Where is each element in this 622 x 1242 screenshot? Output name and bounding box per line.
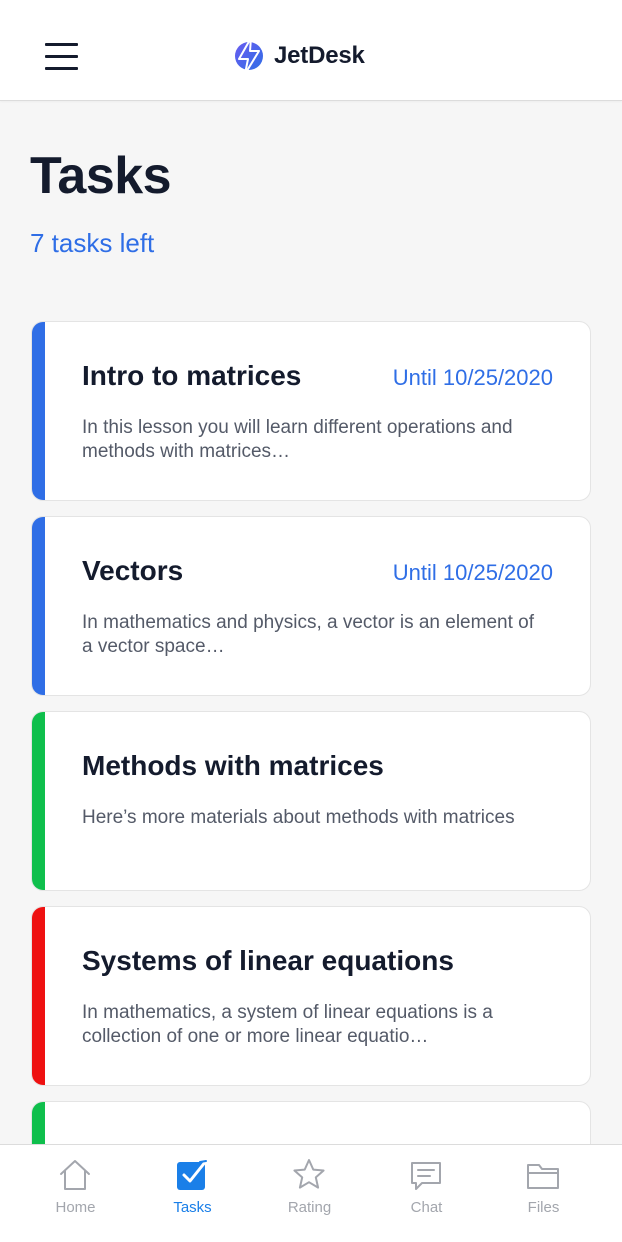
task-description: Here’s more materials about methods with… xyxy=(82,807,515,828)
bottom-navigation: Home Tasks Rating Chat Files xyxy=(0,1144,622,1242)
star-icon xyxy=(293,1159,325,1189)
task-stripe xyxy=(32,517,45,695)
task-card[interactable] xyxy=(31,1101,591,1144)
nav-label: Tasks xyxy=(173,1199,212,1216)
task-stripe xyxy=(32,907,45,1085)
task-title: Vectors xyxy=(82,555,184,586)
task-title: Intro to matrices xyxy=(82,360,302,391)
lightning-logo-icon xyxy=(235,37,263,75)
task-card[interactable]: Intro to matrices Until 10/25/2020 In th… xyxy=(31,321,591,501)
nav-item-rating[interactable]: Rating xyxy=(251,1145,368,1242)
task-title: Methods with matrices xyxy=(82,750,384,781)
menu-line xyxy=(45,67,78,70)
app-header: JetDesk xyxy=(0,0,622,101)
tasks-icon xyxy=(177,1159,208,1190)
nav-item-home[interactable]: Home xyxy=(17,1145,134,1242)
tasks-left-count: 7 tasks left xyxy=(30,228,155,258)
task-description: In this lesson you will learn different … xyxy=(82,417,513,462)
task-stripe xyxy=(32,712,45,890)
hamburger-menu-button[interactable] xyxy=(40,38,84,74)
task-card[interactable]: Systems of linear equations In mathemati… xyxy=(31,906,591,1086)
task-due-date: Until 10/25/2020 xyxy=(392,560,553,585)
task-title: Systems of linear equations xyxy=(82,945,454,976)
task-stripe xyxy=(32,322,45,500)
brand: JetDesk xyxy=(234,36,365,76)
home-icon xyxy=(60,1160,90,1190)
page-title: Tasks xyxy=(30,147,172,205)
folder-icon xyxy=(527,1164,559,1189)
nav-item-tasks[interactable]: Tasks xyxy=(134,1145,251,1242)
menu-line xyxy=(45,43,78,46)
nav-label: Home xyxy=(55,1199,96,1216)
nav-label: Files xyxy=(527,1199,560,1216)
nav-item-files[interactable]: Files xyxy=(485,1145,602,1242)
nav-item-chat[interactable]: Chat xyxy=(368,1145,485,1242)
task-card[interactable]: Methods with matrices Here’s more materi… xyxy=(31,711,591,891)
menu-line xyxy=(45,55,78,58)
task-list: Intro to matrices Until 10/25/2020 In th… xyxy=(31,321,591,1144)
task-card[interactable]: Vectors Until 10/25/2020 In mathematics … xyxy=(31,516,591,696)
task-description: In mathematics and physics, a vector is … xyxy=(82,612,534,657)
nav-label: Rating xyxy=(287,1199,332,1216)
nav-label: Chat xyxy=(410,1199,443,1216)
app-name: JetDesk xyxy=(274,42,365,69)
task-due-date: Until 10/25/2020 xyxy=(392,365,553,390)
task-description: In mathematics, a system of linear equat… xyxy=(82,1002,493,1047)
task-stripe xyxy=(32,1102,45,1144)
chat-icon xyxy=(411,1162,441,1190)
